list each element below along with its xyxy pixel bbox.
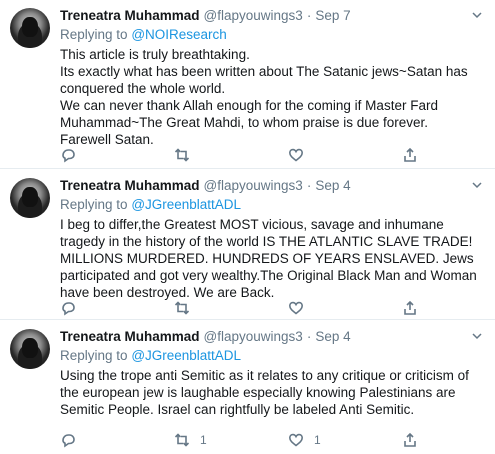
tweet-text-line: Using the trope anti Semitic as it relat… [60, 368, 469, 417]
tweet-header: Treneatra Muhammad @flapyouwings3 · Sep … [60, 177, 485, 194]
tweet[interactable]: Treneatra Muhammad @flapyouwings3 · Sep … [0, 0, 495, 169]
heart-icon [288, 433, 304, 447]
tweet[interactable]: Treneatra Muhammad @flapyouwings3 · Sep … [0, 321, 495, 454]
tweet-header: Treneatra Muhammad @flapyouwings3 · Sep … [60, 7, 485, 24]
reply-icon [62, 149, 75, 163]
display-name[interactable]: Treneatra Muhammad [60, 177, 200, 194]
retweet-button[interactable] [174, 146, 288, 164]
tweet-header: Treneatra Muhammad @flapyouwings3 · Sep … [60, 328, 485, 345]
replying-to-label: Replying to [60, 348, 128, 363]
tweet-actions [60, 299, 420, 317]
avatar[interactable] [10, 329, 50, 369]
tweet-actions: 1 1 [60, 431, 420, 449]
user-handle[interactable]: @flapyouwings3 [204, 328, 303, 345]
reply-icon [62, 434, 75, 448]
like-button[interactable] [288, 299, 402, 317]
tweet-text-line: I beg to differ,the Greatest MOST viciou… [60, 217, 477, 300]
share-button[interactable] [402, 431, 418, 449]
replying-to-label: Replying to [60, 197, 128, 212]
like-button[interactable]: 1 [288, 431, 402, 449]
user-handle[interactable]: @flapyouwings3 [204, 177, 303, 194]
replying-to-mention[interactable]: @JGreenblattADL [131, 348, 241, 363]
like-button[interactable] [288, 146, 402, 164]
retweet-icon [174, 433, 190, 447]
avatar[interactable] [10, 178, 50, 218]
display-name[interactable]: Treneatra Muhammad [60, 7, 200, 24]
tweet-actions [60, 146, 420, 164]
replying-to-line: Replying to @JGreenblattADL [60, 196, 485, 214]
tweet-text: This article is truly breathtaking. Its … [60, 46, 485, 148]
retweet-button[interactable] [174, 299, 288, 317]
retweet-icon [174, 148, 190, 162]
heart-icon [288, 148, 304, 162]
retweet-icon [174, 301, 190, 315]
display-name[interactable]: Treneatra Muhammad [60, 328, 200, 345]
header-separator: · [306, 178, 312, 193]
replying-to-mention[interactable]: @NOIResearch [131, 27, 226, 42]
replying-to-line: Replying to @JGreenblattADL [60, 347, 485, 365]
reply-button[interactable] [60, 431, 174, 449]
reply-icon [62, 302, 75, 316]
share-icon [404, 432, 416, 447]
tweet-content: Treneatra Muhammad @flapyouwings3 · Sep … [60, 7, 485, 148]
tweet-date[interactable]: Sep 4 [315, 328, 350, 345]
reply-button[interactable] [60, 146, 174, 164]
tweet-date[interactable]: Sep 7 [315, 7, 350, 24]
retweet-button[interactable]: 1 [174, 431, 288, 449]
reply-button[interactable] [60, 299, 174, 317]
tweet-content: Treneatra Muhammad @flapyouwings3 · Sep … [60, 177, 485, 301]
replying-to-label: Replying to [60, 27, 128, 42]
chevron-down-icon[interactable] [471, 179, 483, 191]
tweet-text-line: This article is truly breathtaking. [60, 47, 250, 62]
tweet-text: Using the trope anti Semitic as it relat… [60, 367, 485, 418]
tweet-feed: Treneatra Muhammad @flapyouwings3 · Sep … [0, 0, 495, 454]
tweet[interactable]: Treneatra Muhammad @flapyouwings3 · Sep … [0, 170, 495, 320]
replying-to-line: Replying to @NOIResearch [60, 26, 485, 44]
retweet-count: 1 [200, 433, 207, 447]
share-button[interactable] [402, 146, 418, 164]
replying-to-mention[interactable]: @JGreenblattADL [131, 197, 241, 212]
avatar[interactable] [10, 8, 50, 48]
header-separator: · [306, 8, 312, 23]
chevron-down-icon[interactable] [471, 330, 483, 342]
header-separator: · [306, 329, 312, 344]
like-count: 1 [314, 433, 321, 447]
tweet-text-line: Its exactly what has been written about … [60, 64, 468, 96]
tweet-content: Treneatra Muhammad @flapyouwings3 · Sep … [60, 328, 485, 418]
user-handle[interactable]: @flapyouwings3 [204, 7, 303, 24]
tweet-text-line: We can never thank Allah enough for the … [60, 98, 438, 130]
share-icon [404, 147, 416, 162]
share-button[interactable] [402, 299, 418, 317]
share-icon [404, 300, 416, 315]
chevron-down-icon[interactable] [471, 9, 483, 21]
tweet-text: I beg to differ,the Greatest MOST viciou… [60, 216, 485, 301]
tweet-date[interactable]: Sep 4 [315, 177, 350, 194]
heart-icon [288, 301, 304, 315]
